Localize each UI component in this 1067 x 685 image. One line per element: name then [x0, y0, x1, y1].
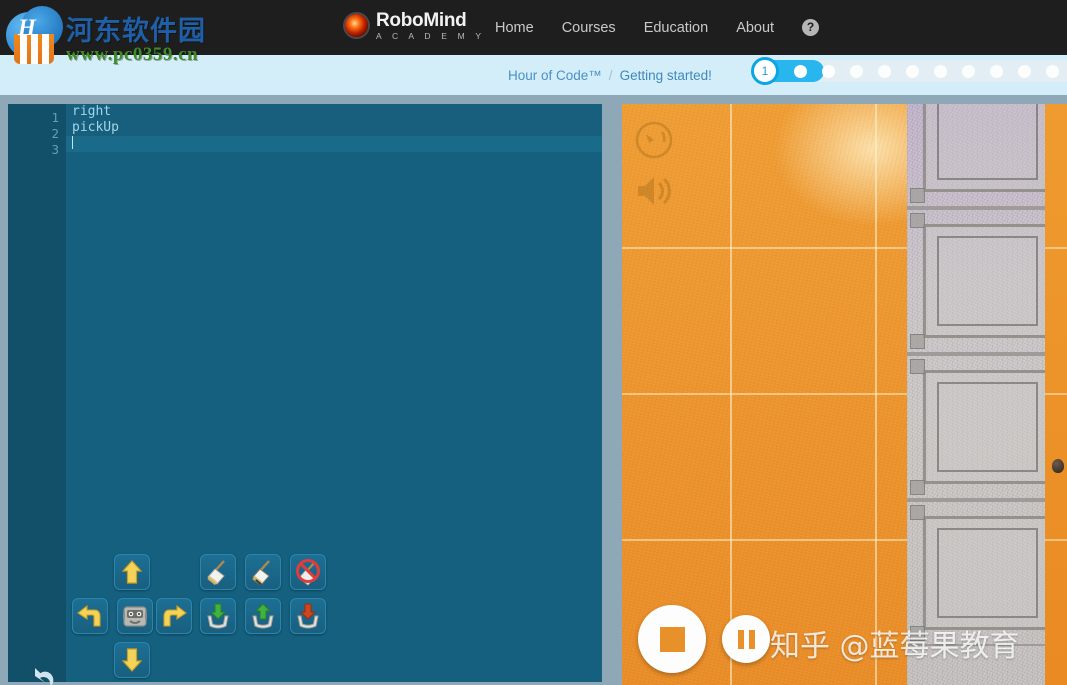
progress-dot[interactable]: [961, 64, 975, 78]
turn-right-button[interactable]: [156, 598, 192, 634]
speaker-icon[interactable]: [634, 172, 676, 210]
brand-name: RoboMind: [376, 10, 467, 31]
sim-object: [1052, 459, 1064, 473]
breadcrumb-separator: /: [608, 67, 613, 83]
undo-button[interactable]: [22, 656, 62, 685]
simulation-panel[interactable]: 知乎 @蓝莓果教育: [622, 104, 1067, 685]
pick-up-button[interactable]: [200, 598, 236, 634]
help-circle-icon[interactable]: ?: [802, 19, 820, 36]
progress-dot[interactable]: [1017, 64, 1031, 78]
progress-dot[interactable]: [933, 64, 947, 78]
top-navigation-bar: RoboMind A C A D E M Y Home Courses Educ…: [0, 0, 1067, 55]
pause-button[interactable]: [722, 615, 770, 663]
progress-dot[interactable]: [849, 64, 863, 78]
progress-dot[interactable]: [1045, 64, 1059, 78]
editor-line-numbers: 123: [8, 110, 66, 158]
sim-right-floor-strip: [1045, 104, 1067, 685]
code-line[interactable]: right: [66, 104, 602, 120]
grip-red-button[interactable]: [290, 598, 326, 634]
code-line[interactable]: [66, 136, 602, 152]
paint-black-button[interactable]: [245, 554, 281, 590]
stop-square-icon: [659, 626, 685, 652]
brand-text: RoboMind A C A D E M Y: [376, 11, 485, 41]
simulation-controls: [638, 605, 770, 673]
progress-step-badge[interactable]: 1: [751, 57, 779, 85]
robomind-academy-app: RoboMind A C A D E M Y Home Courses Educ…: [0, 0, 1067, 685]
breadcrumb: Hour of Code™ / Getting started!: [508, 55, 712, 95]
nav-link-home[interactable]: Home: [495, 20, 534, 36]
stop-painting-button[interactable]: [290, 554, 326, 590]
wall-tile: [907, 500, 1067, 646]
backward-button[interactable]: [114, 642, 150, 678]
progress-track[interactable]: 1: [751, 57, 1067, 85]
progress-dot[interactable]: [821, 64, 835, 78]
pause-bars-icon: [737, 629, 744, 649]
editor-code-area[interactable]: right pickUp: [66, 104, 602, 682]
robot-eye-icon: [345, 14, 368, 38]
progress-dot[interactable]: [905, 64, 919, 78]
line-number: 3: [51, 142, 59, 157]
forward-button[interactable]: [114, 554, 150, 590]
editor-tool-rail: [22, 656, 66, 685]
progress-dot[interactable]: [793, 64, 807, 78]
paint-white-button[interactable]: [200, 554, 236, 590]
nav-link-education[interactable]: Education: [644, 20, 709, 36]
editor-gutter: [8, 104, 66, 682]
brand-logo[interactable]: RoboMind A C A D E M Y: [345, 11, 485, 41]
turn-left-button[interactable]: [72, 598, 108, 634]
progress-dot[interactable]: [989, 64, 1003, 78]
code-line[interactable]: pickUp: [66, 120, 602, 136]
line-number: 1: [51, 110, 59, 125]
code-editor-panel[interactable]: 123 right pickUp: [8, 104, 602, 685]
nav-links: Home Courses Education About ?: [495, 0, 820, 55]
nav-link-about[interactable]: About: [736, 20, 774, 36]
brand-subtitle: A C A D E M Y: [376, 31, 486, 41]
nav-link-courses[interactable]: Courses: [562, 20, 616, 36]
sim-wall-column: [907, 104, 1067, 685]
wall-tile: [907, 104, 1067, 208]
put-down-button[interactable]: [245, 598, 281, 634]
robot-button[interactable]: [117, 598, 153, 634]
wall-tile: [907, 208, 1067, 354]
speed-gauge-icon[interactable]: [634, 120, 674, 160]
stop-button[interactable]: [638, 605, 706, 673]
breadcrumb-item-lesson[interactable]: Getting started!: [620, 68, 712, 83]
wall-tile: [907, 354, 1067, 500]
line-number: 2: [51, 126, 59, 141]
breadcrumb-item-course[interactable]: Hour of Code™: [508, 68, 602, 83]
progress-dot[interactable]: [877, 64, 891, 78]
lesson-progress: 1: [751, 57, 1067, 85]
